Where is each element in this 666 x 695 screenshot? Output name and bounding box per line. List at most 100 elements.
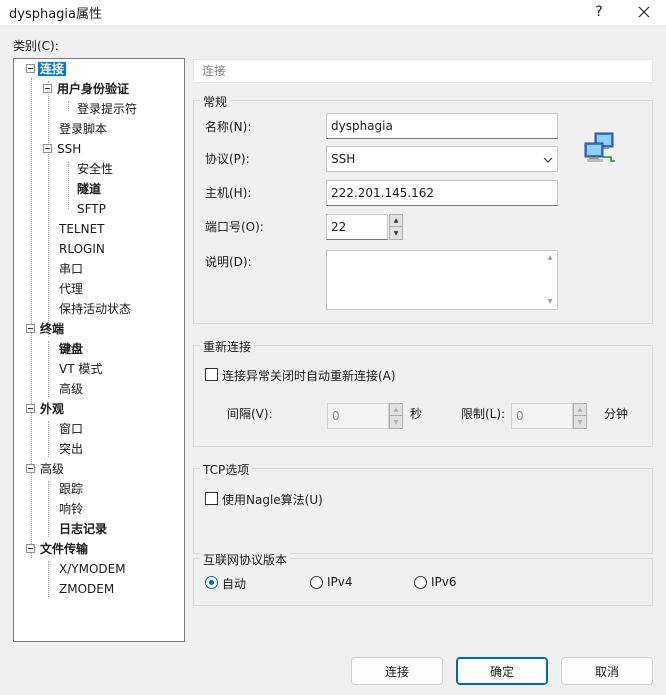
- tree-line: [48, 341, 49, 397]
- tcp-group: TCP选项 使用Nagle算法(U): [193, 461, 653, 554]
- interval-unit: 秒: [410, 407, 423, 421]
- spin-down-icon[interactable]: ▼: [574, 416, 586, 428]
- tree-item-proxy[interactable]: 代理: [57, 280, 85, 298]
- connect-button[interactable]: 连接: [351, 657, 443, 685]
- tree-item-terminal-advanced[interactable]: 高级: [57, 380, 85, 398]
- network-computers-icon: [584, 132, 615, 162]
- tree-line: [48, 81, 49, 337]
- chevron-down-icon: [543, 157, 553, 163]
- tree-item-rlogin[interactable]: RLOGIN: [57, 240, 107, 258]
- ok-button[interactable]: 确定: [456, 657, 548, 685]
- collapse-icon[interactable]: [43, 144, 52, 153]
- description-scrollbar[interactable]: ▲ ▼: [543, 251, 557, 309]
- ipv6-label: IPv6: [431, 575, 457, 589]
- collapse-icon[interactable]: [43, 84, 52, 93]
- tree-item-tunnel[interactable]: 隧道: [75, 180, 103, 198]
- tree-item-connection[interactable]: 连接: [24, 60, 67, 78]
- nagle-checkbox[interactable]: [205, 492, 218, 505]
- tree-item-telnet[interactable]: TELNET: [57, 220, 107, 238]
- limit-spinner[interactable]: ▲ ▼: [573, 403, 587, 429]
- category-label: 类别(C):: [13, 39, 59, 53]
- tree-item-sftp[interactable]: SFTP: [75, 200, 108, 218]
- spin-down-icon[interactable]: ▼: [390, 227, 402, 239]
- interval-spinner[interactable]: ▲ ▼: [389, 403, 403, 429]
- limit-label: 限制(L):: [461, 407, 506, 421]
- tree-line: [48, 421, 49, 457]
- close-button[interactable]: [627, 1, 661, 23]
- section-header: 连接: [193, 59, 653, 83]
- scroll-up-icon[interactable]: ▲: [543, 251, 557, 265]
- spin-up-icon[interactable]: ▲: [390, 215, 402, 227]
- ip-auto-label: 自动: [222, 577, 247, 591]
- tree-line: [68, 101, 69, 111]
- auto-reconnect-label: 连接异常关闭时自动重新连接(A): [222, 369, 396, 383]
- auto-reconnect-checkbox[interactable]: [205, 368, 218, 381]
- tcp-group-title: TCP选项: [200, 461, 253, 478]
- tree-line: [68, 161, 69, 209]
- host-input[interactable]: 222.201.145.162: [326, 180, 558, 206]
- scroll-down-icon[interactable]: ▼: [543, 295, 557, 309]
- ip-auto-radio[interactable]: [205, 576, 218, 589]
- tree-item-security[interactable]: 安全性: [75, 160, 115, 178]
- tree-line: [31, 78, 32, 558]
- general-group: 常规 名称(N): dysphagia 协议(P): SSH 主机(H): 22…: [193, 93, 653, 324]
- tree-item-appearance[interactable]: 外观: [24, 400, 66, 418]
- tree-line: [48, 561, 49, 597]
- collapse-icon[interactable]: [26, 464, 35, 473]
- tree-item-login-script[interactable]: 登录脚本: [57, 120, 109, 138]
- port-spinner[interactable]: ▲ ▼: [389, 214, 403, 240]
- host-label: 主机(H):: [205, 186, 252, 200]
- ipv4-radio[interactable]: [310, 576, 323, 589]
- interval-label: 间隔(V):: [227, 407, 273, 421]
- protocol-select-value: SSH: [331, 152, 356, 166]
- port-input[interactable]: 22: [326, 214, 388, 240]
- protocol-label: 协议(P):: [205, 152, 250, 166]
- protocol-select[interactable]: SSH: [326, 146, 558, 172]
- tree-item-keepalive[interactable]: 保持活动状态: [57, 300, 133, 318]
- tree-item-vt-mode[interactable]: VT 模式: [57, 360, 104, 378]
- collapse-icon[interactable]: [26, 64, 35, 73]
- tree-item-login-prompt[interactable]: 登录提示符: [75, 100, 139, 118]
- tree-item-window[interactable]: 窗口: [57, 420, 85, 438]
- ip-version-group-title: 互联网协议版本: [200, 551, 291, 568]
- close-icon: [638, 6, 650, 18]
- spin-up-icon[interactable]: ▲: [390, 404, 402, 416]
- help-button[interactable]: ?: [582, 1, 616, 23]
- tree-item-advanced[interactable]: 高级: [24, 460, 66, 478]
- collapse-icon[interactable]: [26, 324, 35, 333]
- tree-item-keyboard[interactable]: 键盘: [57, 340, 85, 358]
- tree-item-serial[interactable]: 串口: [57, 260, 85, 278]
- tree-item-highlight[interactable]: 突出: [57, 440, 85, 458]
- tree-item-zmodem[interactable]: ZMODEM: [57, 580, 116, 598]
- interval-input[interactable]: 0: [327, 403, 389, 429]
- category-tree[interactable]: 连接 用户身份验证 登录提示符 登录脚本 SSH 安全性 隧道 SFTP TEL…: [13, 58, 185, 642]
- tree-item-file-transfer[interactable]: 文件传输: [24, 540, 90, 558]
- ip-version-group: 互联网协议版本 自动 IPv4 IPv6: [193, 551, 653, 606]
- ipv4-label: IPv4: [327, 575, 353, 589]
- tree-item-logging[interactable]: 日志记录: [57, 520, 109, 538]
- tree-item-bell[interactable]: 响铃: [57, 500, 85, 518]
- collapse-icon[interactable]: [26, 404, 35, 413]
- tree-item-trace[interactable]: 跟踪: [57, 480, 85, 498]
- spin-up-icon[interactable]: ▲: [574, 404, 586, 416]
- name-label: 名称(N):: [205, 120, 252, 134]
- collapse-icon[interactable]: [26, 544, 35, 553]
- cancel-button[interactable]: 取消: [561, 657, 653, 685]
- title-bar: dysphagia属性 ?: [0, 0, 666, 24]
- tree-item-ssh[interactable]: SSH: [41, 140, 83, 158]
- port-label: 端口号(O):: [205, 220, 264, 234]
- tree-item-terminal[interactable]: 终端: [24, 320, 66, 338]
- name-input[interactable]: dysphagia: [326, 113, 558, 139]
- description-input[interactable]: [326, 250, 558, 310]
- tree-item-xymodem[interactable]: X/YMODEM: [57, 560, 128, 578]
- limit-input[interactable]: 0: [511, 403, 573, 429]
- window-title: dysphagia属性: [9, 7, 103, 22]
- limit-unit: 分钟: [604, 407, 629, 421]
- nagle-label: 使用Nagle算法(U): [222, 493, 323, 507]
- tree-line: [48, 481, 49, 537]
- reconnect-group-title: 重新连接: [200, 338, 255, 355]
- tree-item-auth[interactable]: 用户身份验证: [41, 80, 131, 98]
- general-group-title: 常规: [200, 93, 231, 110]
- ipv6-radio[interactable]: [414, 576, 427, 589]
- spin-down-icon[interactable]: ▼: [390, 416, 402, 428]
